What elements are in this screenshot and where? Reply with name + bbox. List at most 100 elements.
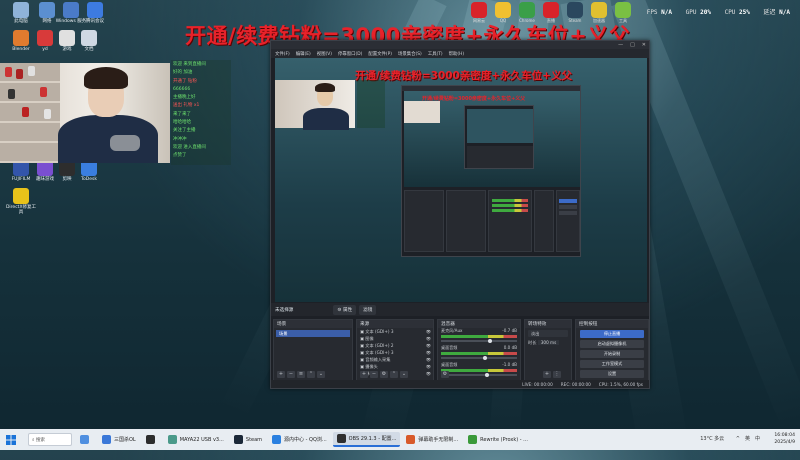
remove-scene-button[interactable]: −	[287, 371, 295, 378]
add-transition-button[interactable]: +	[543, 371, 551, 378]
source-settings-button[interactable]: ⚙	[380, 371, 388, 378]
visibility-icon[interactable]: 👁	[426, 370, 431, 377]
shortcut-icon[interactable]	[567, 2, 583, 18]
taskbar-app[interactable]: 三国杀OL	[98, 432, 140, 447]
mixer-channel[interactable]: 桌面音频 0.0 dB	[438, 345, 520, 360]
filters-button[interactable]: 滤镜	[359, 304, 377, 315]
menu-item[interactable]: 视图(V)	[317, 51, 332, 57]
mixer-settings-button[interactable]: ⚙	[441, 371, 449, 378]
taskbar-app[interactable]: Rewrite (Proxk) - ...	[464, 432, 532, 447]
source-item[interactable]: ▣ 文本 (GDI+) 3 👁	[357, 328, 433, 335]
desktop-icon[interactable]: ToDesk	[72, 160, 106, 182]
menu-item[interactable]: 工具(T)	[428, 51, 443, 57]
control-button[interactable]: 停止直播	[580, 330, 644, 338]
gpu-value: 20%	[700, 9, 711, 16]
source-item[interactable]: ▣ 音频输入采集 👁	[357, 356, 433, 363]
desktop-icon-label: 腾讯会议	[86, 19, 104, 24]
shortcut-label: 网易云	[473, 18, 485, 23]
transition-menu-button[interactable]: ⋮	[553, 371, 561, 378]
shortcut-icon[interactable]	[615, 2, 631, 18]
source-item[interactable]: ▣ 摄像头 👁	[357, 363, 433, 370]
shortcut-icon[interactable]	[519, 2, 535, 18]
add-scene-button[interactable]: +	[277, 371, 285, 378]
minimize-icon[interactable]: —	[618, 42, 623, 48]
visibility-icon[interactable]: 👁	[426, 349, 431, 356]
taskbar-app[interactable]: 弹幕助手无限制...	[402, 432, 462, 447]
tray-item[interactable]: 英	[745, 436, 750, 442]
control-button[interactable]: 设置	[580, 370, 644, 378]
volume-slider[interactable]	[441, 339, 517, 343]
volume-slider[interactable]	[441, 356, 517, 360]
tray-item[interactable]: ^	[736, 436, 740, 442]
menu-item[interactable]: 配置文件(P)	[368, 51, 392, 57]
desktop-icon-label: DirectX修复工具	[5, 205, 37, 216]
channel-db: -0.7 dB	[502, 328, 517, 333]
top-app-shortcuts: 网易云 QQ Chrome 直播 Steam 加速器 工具	[467, 2, 637, 23]
latency-label: 延迟	[763, 9, 776, 16]
desktop-icon[interactable]: DirectX修复工具	[4, 188, 38, 216]
shortcut-label: 直播	[547, 18, 555, 23]
mixer-channel[interactable]: 麦克风/Aux -0.7 dB	[438, 328, 520, 343]
source-up-button[interactable]: ⌃	[390, 371, 398, 378]
close-icon[interactable]: ✕	[642, 42, 646, 48]
shortcut-icon[interactable]	[495, 2, 511, 18]
source-label: 文本 (GDI+) 3	[365, 329, 394, 334]
chat-message: 来了来了	[173, 111, 191, 117]
remove-source-button[interactable]: −	[370, 371, 378, 378]
volume-knob[interactable]	[482, 356, 487, 360]
taskbar-app[interactable]: 源内中心 - QQ浏...	[268, 432, 331, 447]
control-button[interactable]: 开始录制	[580, 350, 644, 358]
source-down-button[interactable]: ⌄	[400, 371, 408, 378]
fps-value: N/A	[661, 9, 673, 16]
move-up-button[interactable]: ⌃	[307, 371, 315, 378]
visibility-icon[interactable]: 👁	[426, 342, 431, 349]
shortcut-icon[interactable]	[543, 2, 559, 18]
visibility-icon[interactable]: 👁	[426, 363, 431, 370]
desktop-icon[interactable]: 文档	[72, 30, 106, 52]
taskbar-search[interactable]: ⌕ 搜索	[28, 433, 72, 446]
menu-item[interactable]: 编辑(E)	[296, 51, 311, 57]
taskbar-app[interactable]	[76, 432, 96, 447]
taskbar-app[interactable]: OBS 29.1.3 - 配置...	[332, 432, 401, 447]
menu-item[interactable]: 场景集合(S)	[398, 51, 422, 57]
visibility-icon[interactable]: 👁	[426, 328, 431, 335]
control-button[interactable]: 启动虚拟摄像机	[580, 340, 644, 348]
app-icon	[272, 435, 282, 444]
transition-select[interactable]: 淡出	[528, 330, 568, 337]
app-icon	[63, 2, 79, 18]
menu-item[interactable]: 停靠窗口(D)	[338, 51, 362, 57]
start-button[interactable]	[0, 432, 22, 447]
clock[interactable]: 16:08:04 2025/4/9	[774, 432, 795, 446]
menu-item[interactable]: 文件(F)	[275, 51, 290, 57]
transition-duration[interactable]: 时长 300 ms	[525, 339, 571, 346]
chat-message: 哈哈哈哈	[173, 120, 191, 126]
source-item[interactable]: ▣ 文本 (GDI+) 3 👁	[357, 349, 433, 356]
shortcut-icon[interactable]	[471, 2, 487, 18]
maximize-icon[interactable]: □	[630, 42, 635, 48]
add-source-button[interactable]: +	[360, 371, 368, 378]
volume-slider[interactable]	[441, 373, 517, 377]
scene-filter-button[interactable]: ≡	[297, 371, 305, 378]
volume-knob[interactable]	[488, 339, 493, 343]
volume-knob[interactable]	[485, 373, 490, 377]
taskbar-app[interactable]: Steam	[230, 432, 266, 447]
control-button[interactable]: 工作室模式	[580, 360, 644, 368]
taskbar-app[interactable]: MAYA22 USB v3...	[164, 432, 228, 447]
app-icon	[39, 2, 55, 18]
weather[interactable]: 13°C 多云	[700, 436, 724, 442]
menu-item[interactable]: 帮助(H)	[449, 51, 465, 57]
obs-statusbar: LIVE: 00:00:00 REC: 00:00:00 CPU: 1.5%, …	[271, 380, 649, 388]
visibility-icon[interactable]: 👁	[426, 335, 431, 342]
source-item[interactable]: ▣ 文本 (GDI+) 2 👁	[357, 342, 433, 349]
source-item[interactable]: ▣ 图像 👁	[357, 335, 433, 342]
tray-item[interactable]: 中	[755, 436, 760, 442]
obs-preview[interactable]: 开通/续费钻粉=3000亲密度+永久车位+义父 开通/续费钻粉=3000亲密度+…	[275, 58, 647, 302]
shortcut-icon[interactable]	[591, 2, 607, 18]
visibility-icon[interactable]: 👁	[426, 356, 431, 363]
properties-button[interactable]: ⚙ 属性	[333, 304, 357, 315]
desktop-icon[interactable]: 腾讯会议	[78, 2, 112, 24]
chat-message: 冲冲冲	[173, 136, 187, 142]
move-down-button[interactable]: ⌄	[317, 371, 325, 378]
scene-item[interactable]: 场景	[276, 330, 350, 337]
taskbar-app[interactable]	[142, 432, 162, 447]
